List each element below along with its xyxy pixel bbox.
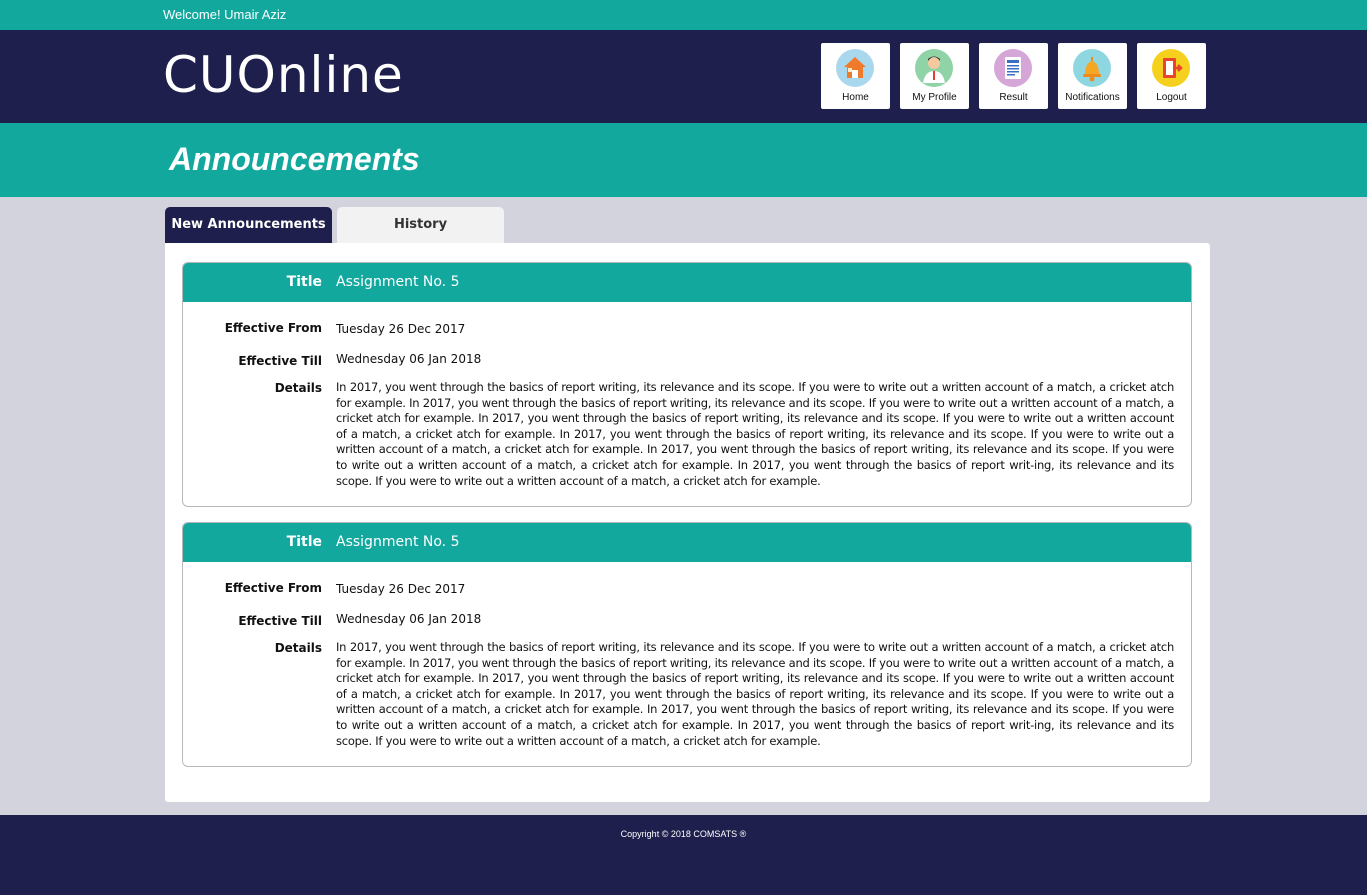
- effective-till-label: Effective Till: [238, 614, 322, 628]
- notifications-label: Notifications: [1065, 92, 1120, 103]
- welcome-text: Welcome! Umair Aziz: [163, 7, 287, 22]
- announcement-header: Title Assignment No. 5: [183, 523, 1191, 562]
- result-label: Result: [999, 92, 1028, 103]
- home-icon: [836, 49, 874, 87]
- effective-till-value: Wednesday 06 Jan 2018: [336, 352, 482, 366]
- cuonline-logo[interactable]: CUOnline: [163, 43, 404, 107]
- logout-button[interactable]: Logout: [1137, 43, 1206, 109]
- details-text: In 2017, you went through the basics of …: [336, 640, 1174, 748]
- logout-label: Logout: [1156, 92, 1187, 103]
- announcement-header: Title Assignment No. 5: [183, 263, 1191, 302]
- effective-from-label: Effective From: [224, 321, 322, 335]
- home-label: Home: [842, 92, 869, 103]
- home-button[interactable]: Home: [821, 43, 890, 109]
- tab-new-announcements[interactable]: New Announcements: [165, 207, 332, 243]
- details-label: Details: [274, 641, 322, 655]
- details-label: Details: [274, 381, 322, 395]
- title-label: Title: [286, 274, 322, 290]
- title-bar: Announcements: [0, 123, 1367, 197]
- result-icon: [994, 49, 1032, 87]
- footer: Copyright © 2018 COMSATS ®: [0, 815, 1367, 895]
- top-bar: Welcome! Umair Aziz: [0, 0, 1367, 30]
- result-button[interactable]: Result: [979, 43, 1048, 109]
- announcement-title: Assignment No. 5: [336, 274, 460, 290]
- effective-from-value: Tuesday 26 Dec 2017: [336, 582, 466, 596]
- bell-icon: [1073, 49, 1111, 87]
- page-title: Announcements: [169, 141, 420, 177]
- notifications-button[interactable]: Notifications: [1058, 43, 1127, 109]
- details-text: In 2017, you went through the basics of …: [336, 380, 1174, 488]
- effective-till-label: Effective Till: [238, 354, 322, 368]
- effective-from-value: Tuesday 26 Dec 2017: [336, 322, 466, 336]
- tab-history[interactable]: History: [337, 207, 504, 243]
- title-label: Title: [286, 534, 322, 550]
- header: CUOnline Home My Profile Result Notifica…: [0, 30, 1367, 123]
- announcement-title: Assignment No. 5: [336, 534, 460, 550]
- profile-icon: [915, 49, 953, 87]
- my-profile-label: My Profile: [912, 92, 957, 103]
- announcements-panel: Title Assignment No. 5 Effective From Tu…: [165, 243, 1210, 802]
- my-profile-button[interactable]: My Profile: [900, 43, 969, 109]
- copyright-text: Copyright © 2018 COMSATS ®: [620, 829, 747, 839]
- logout-icon: [1152, 49, 1190, 87]
- effective-till-value: Wednesday 06 Jan 2018: [336, 612, 482, 626]
- effective-from-label: Effective From: [224, 581, 322, 595]
- announcement-card: Title Assignment No. 5 Effective From Tu…: [182, 522, 1192, 767]
- announcement-card: Title Assignment No. 5 Effective From Tu…: [182, 262, 1192, 507]
